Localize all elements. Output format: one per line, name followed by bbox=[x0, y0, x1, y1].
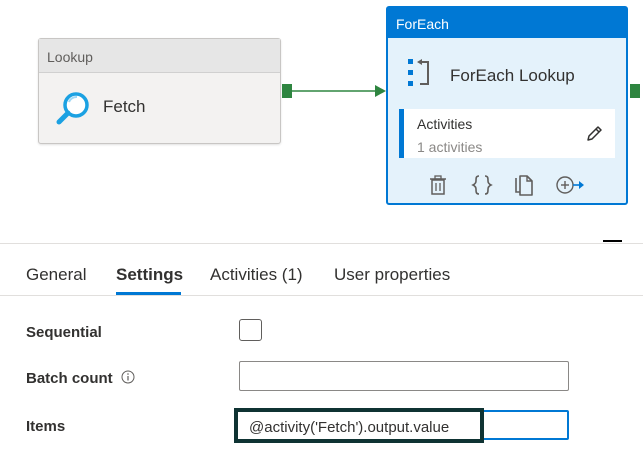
panel-resize-handle[interactable] bbox=[603, 240, 622, 242]
lookup-node-header: Lookup bbox=[39, 39, 280, 73]
info-icon[interactable] bbox=[121, 370, 135, 384]
code-icon[interactable] bbox=[470, 173, 494, 197]
sequential-checkbox[interactable] bbox=[239, 319, 262, 341]
selected-tab-indicator bbox=[116, 292, 181, 295]
node-action-toolbar bbox=[388, 173, 626, 201]
edit-pencil-icon[interactable] bbox=[584, 124, 604, 144]
lookup-activity-node[interactable]: Lookup Fetch bbox=[38, 38, 281, 144]
success-connector-arrow[interactable] bbox=[291, 80, 391, 102]
batch-count-input[interactable] bbox=[239, 361, 569, 391]
add-output-icon[interactable] bbox=[555, 173, 585, 197]
foreach-activity-name: ForEach Lookup bbox=[450, 66, 575, 85]
activities-card-count: 1 activities bbox=[417, 139, 483, 155]
lookup-activity-name: Fetch bbox=[103, 97, 146, 116]
tab-user-properties[interactable]: User properties bbox=[334, 265, 450, 285]
delete-icon[interactable] bbox=[426, 173, 450, 197]
pipeline-canvas[interactable]: Lookup Fetch ForEach ForEach Lookup Acti… bbox=[0, 0, 643, 243]
foreach-icon bbox=[408, 59, 429, 86]
items-label: Items bbox=[26, 418, 66, 435]
tab-settings[interactable]: Settings bbox=[116, 265, 183, 285]
items-expression-value[interactable]: @activity('Fetch').output.value bbox=[249, 419, 449, 436]
tab-activities[interactable]: Activities (1) bbox=[210, 265, 303, 285]
foreach-activity-node[interactable]: ForEach ForEach Lookup Activities 1 acti… bbox=[386, 6, 628, 205]
batch-count-label: Batch count bbox=[26, 370, 113, 387]
tab-general[interactable]: General bbox=[26, 265, 86, 285]
properties-panel: General Settings Activities (1) User pro… bbox=[0, 243, 643, 459]
search-icon bbox=[56, 92, 89, 125]
activities-card-title: Activities bbox=[417, 116, 473, 132]
sequential-label: Sequential bbox=[26, 324, 102, 341]
copy-icon[interactable] bbox=[512, 173, 536, 197]
foreach-success-port[interactable] bbox=[630, 84, 640, 98]
properties-tabs: General Settings Activities (1) User pro… bbox=[0, 244, 643, 296]
foreach-node-header: ForEach bbox=[388, 8, 626, 38]
inner-activities-card[interactable]: Activities 1 activities bbox=[399, 109, 615, 158]
